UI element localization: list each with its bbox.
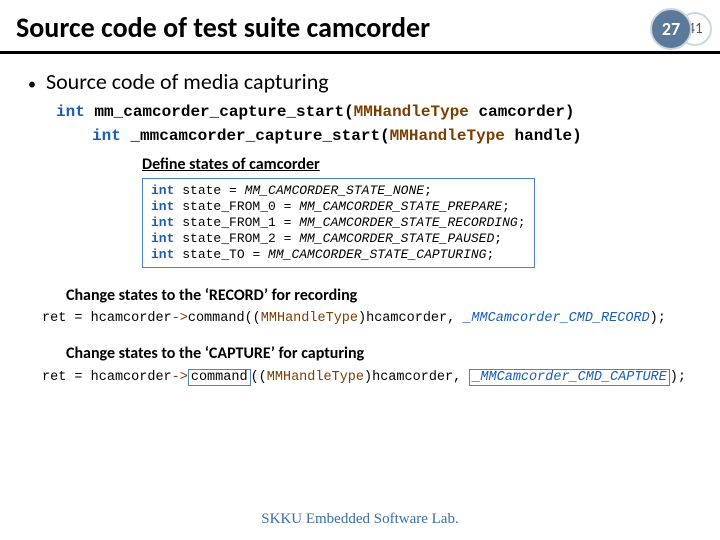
signature-1: int mm_camcorder_capture_start(MMHandleT… — [56, 103, 698, 121]
sig1-arg: camcorder — [479, 103, 565, 121]
bullet-heading: • Source code of media capturing — [22, 68, 698, 95]
sig1-fn: mm_camcorder_capture_start — [94, 103, 344, 121]
state-row: int state_FROM_2 = MM_CAMCORDER_STATE_PA… — [151, 231, 526, 247]
page-number-main: 27 — [650, 8, 692, 50]
sig2-fn: _mmcamcorder_capture_start — [130, 127, 380, 145]
state-row: int state = MM_CAMCORDER_STATE_NONE; — [151, 183, 526, 199]
sig2-type: MMHandleType — [390, 127, 505, 145]
bullet-dot-icon: • — [28, 75, 36, 94]
bullet-text: Source code of media capturing — [46, 68, 329, 95]
state-row: int state_TO = MM_CAMCORDER_STATE_CAPTUR… — [151, 247, 526, 263]
footer-text: SKKU Embedded Software Lab. — [261, 511, 458, 527]
sig2-arg: handle — [515, 127, 573, 145]
code-line-2: ret = hcamcorder->command((MMHandleType)… — [42, 369, 698, 386]
sig2-kw: int — [92, 127, 121, 145]
code-line-1: ret = hcamcorder->command((MMHandleType)… — [42, 311, 698, 326]
sig1-type: MMHandleType — [354, 103, 469, 121]
page-title: Source code of test suite camcorder — [16, 10, 704, 45]
block2-label: Change states to the ‘CAPTURE’ for captu… — [66, 344, 698, 363]
signature-2: int _mmcamcorder_capture_start(MMHandleT… — [92, 127, 698, 145]
block1-label: Change states to the ‘RECORD’ for record… — [66, 286, 698, 305]
page-number-badges: 27 41 — [650, 8, 712, 50]
state-row: int state_FROM_0 = MM_CAMCORDER_STATE_PR… — [151, 199, 526, 215]
states-label: Define states of camcorder — [142, 155, 698, 174]
states-code-box: int state = MM_CAMCORDER_STATE_NONE; int… — [142, 178, 535, 268]
state-row: int state_FROM_1 = MM_CAMCORDER_STATE_RE… — [151, 215, 526, 231]
footer: SKKU Embedded Software Lab. — [0, 511, 720, 528]
sig1-kw: int — [56, 103, 85, 121]
slide-content: • Source code of media capturing int mm_… — [0, 54, 720, 386]
